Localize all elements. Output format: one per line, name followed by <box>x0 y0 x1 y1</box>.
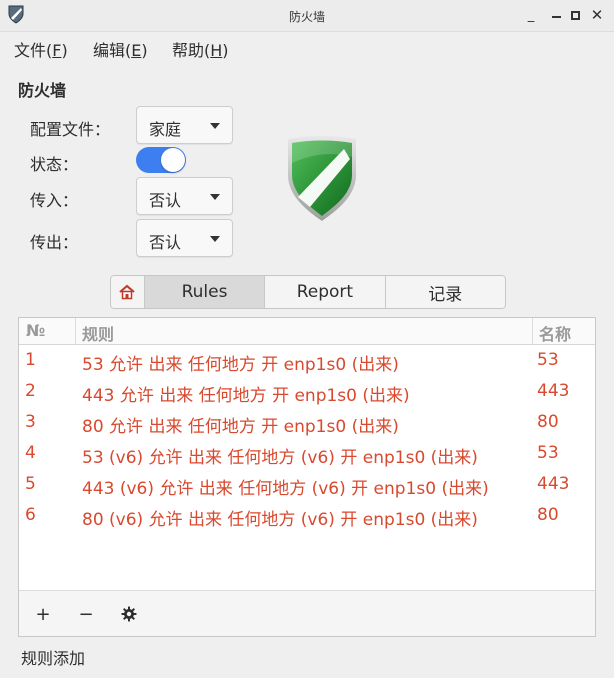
status-bar-text: 规则添加 <box>21 649 86 668</box>
menu-edit[interactable]: 编辑(E) <box>93 37 148 61</box>
row-name: 80 <box>537 412 559 432</box>
table-row[interactable]: 6 80 (v6) 允许 出来 任何地方 (v6) 开 enp1s0 (出来) … <box>19 501 595 532</box>
outgoing-label: 传出： <box>30 233 79 252</box>
row-number: 2 <box>25 381 36 401</box>
row-name: 80 <box>537 505 559 525</box>
minimize-window-button[interactable] <box>547 6 565 24</box>
table-row[interactable]: 2 443 允许 出来 任何地方 开 enp1s0 (出来) 443 <box>19 377 595 408</box>
table-row[interactable]: 1 53 允许 出来 任何地方 开 enp1s0 (出来) 53 <box>19 346 595 377</box>
column-divider <box>532 318 533 345</box>
profile-dropdown[interactable]: 家庭 <box>136 106 233 144</box>
row-rule: 443 (v6) 允许 出来 任何地方 (v6) 开 enp1s0 (出来) <box>82 479 489 499</box>
incoming-value: 否认 <box>149 191 182 210</box>
column-name[interactable]: 名称 <box>539 321 571 345</box>
section-title: 防火墙 <box>18 81 67 100</box>
row-rule: 80 允许 出来 任何地方 开 enp1s0 (出来) <box>82 417 399 437</box>
row-name: 443 <box>537 381 570 401</box>
menu-help[interactable]: 帮助(H) <box>172 37 229 61</box>
tab-log[interactable]: 记录 <box>384 276 505 308</box>
maximize-icon[interactable] <box>566 6 584 24</box>
home-icon <box>119 284 136 300</box>
row-rule: 53 允许 出来 任何地方 开 enp1s0 (出来) <box>82 355 399 375</box>
row-number: 5 <box>25 474 36 494</box>
chevron-down-icon <box>210 236 220 242</box>
add-rule-button[interactable]: + <box>30 601 56 627</box>
row-rule: 53 (v6) 允许 出来 任何地方 (v6) 开 enp1s0 (出来) <box>82 448 478 468</box>
tab-home[interactable] <box>111 276 144 308</box>
incoming-label: 传入： <box>30 191 79 210</box>
tab-rules[interactable]: Rules <box>143 276 265 308</box>
row-rule: 80 (v6) 允许 出来 任何地方 (v6) 开 enp1s0 (出来) <box>82 510 478 530</box>
tab-report[interactable]: Report <box>264 276 384 308</box>
row-number: 6 <box>25 505 36 525</box>
outgoing-dropdown[interactable]: 否认 <box>136 219 233 257</box>
minimize-icon[interactable]: _ <box>522 6 540 24</box>
chevron-down-icon <box>210 123 220 129</box>
row-rule: 443 允许 出来 任何地方 开 enp1s0 (出来) <box>82 386 410 406</box>
row-name: 53 <box>537 443 559 463</box>
rules-table-header: № 规则 名称 <box>19 318 595 345</box>
table-row[interactable]: 4 53 (v6) 允许 出来 任何地方 (v6) 开 enp1s0 (出来) … <box>19 439 595 470</box>
column-divider <box>75 318 76 345</box>
view-tabs: Rules Report 记录 <box>110 275 506 309</box>
menu-file[interactable]: 文件(F) <box>14 37 68 61</box>
chevron-down-icon <box>210 194 220 200</box>
column-rule[interactable]: 规则 <box>82 321 114 345</box>
menu-bar: 文件(F) 编辑(E) 帮助(H) <box>0 33 614 61</box>
row-name: 53 <box>537 350 559 370</box>
incoming-dropdown[interactable]: 否认 <box>136 177 233 215</box>
profile-label: 配置文件： <box>30 120 111 139</box>
row-number: 1 <box>25 350 36 370</box>
toggle-knob <box>161 148 185 172</box>
column-number[interactable]: № <box>26 321 45 340</box>
status-label: 状态： <box>30 155 79 174</box>
shield-icon <box>288 136 356 221</box>
row-number: 4 <box>25 443 36 463</box>
rules-toolbar: + − <box>19 590 595 636</box>
status-toggle[interactable] <box>136 147 186 173</box>
rules-list: № 规则 名称 1 53 允许 出来 任何地方 开 enp1s0 (出来) 53… <box>18 317 596 637</box>
close-icon[interactable]: ✕ <box>588 6 606 24</box>
row-name: 443 <box>537 474 570 494</box>
row-number: 3 <box>25 412 36 432</box>
table-row[interactable]: 5 443 (v6) 允许 出来 任何地方 (v6) 开 enp1s0 (出来)… <box>19 470 595 501</box>
title-bar: 防火墙 _ ✕ <box>0 0 614 32</box>
profile-value: 家庭 <box>149 120 182 139</box>
gear-icon <box>121 606 137 622</box>
table-row[interactable]: 3 80 允许 出来 任何地方 开 enp1s0 (出来) 80 <box>19 408 595 439</box>
rule-settings-button[interactable] <box>116 601 142 627</box>
remove-rule-button[interactable]: − <box>73 601 99 627</box>
outgoing-value: 否认 <box>149 233 182 252</box>
